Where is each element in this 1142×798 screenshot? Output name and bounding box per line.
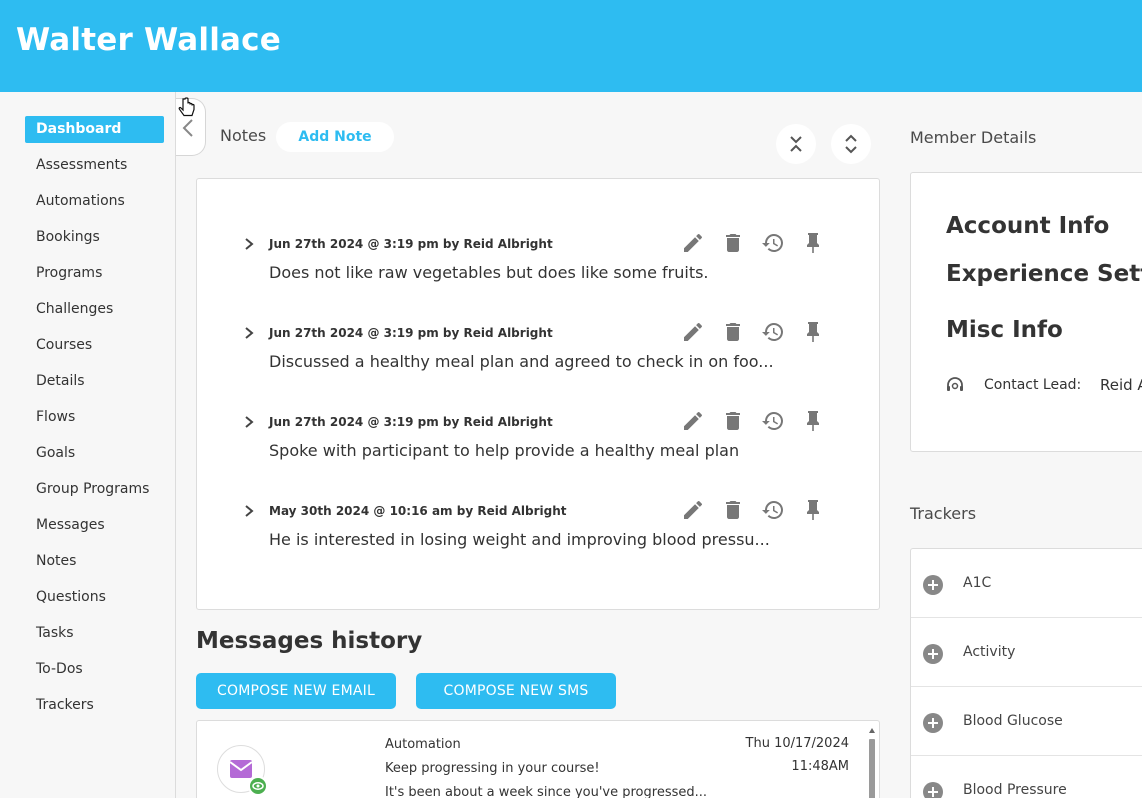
sidebar-item-trackers[interactable]: Trackers xyxy=(25,692,164,719)
chevron-left-icon xyxy=(182,119,193,137)
scrollbar[interactable] xyxy=(867,725,877,798)
message-avatar xyxy=(217,745,268,796)
member-details-card: Account Info Experience Setti Misc Info … xyxy=(910,172,1142,452)
pin-icon[interactable] xyxy=(801,498,825,522)
tracker-item[interactable]: Blood Glucose xyxy=(911,687,1142,756)
note-meta: Jun 27th 2024 @ 3:19 pm by Reid Albright xyxy=(269,415,553,429)
edit-icon[interactable] xyxy=(681,320,705,344)
hand-cursor-icon xyxy=(178,97,195,117)
pin-icon[interactable] xyxy=(801,320,825,344)
delete-icon[interactable] xyxy=(721,409,745,433)
edit-icon[interactable] xyxy=(681,498,705,522)
plus-circle-icon[interactable] xyxy=(923,575,943,595)
message-date: Thu 10/17/2024 xyxy=(745,736,849,751)
expand-all-button[interactable] xyxy=(831,124,871,164)
misc-info-heading[interactable]: Misc Info xyxy=(946,317,1063,343)
chevron-right-icon[interactable] xyxy=(243,237,255,251)
edit-icon[interactable] xyxy=(681,231,705,255)
note-text: He is interested in losing weight and im… xyxy=(269,530,770,549)
message-time: 11:48AM xyxy=(791,759,849,774)
envelope-icon xyxy=(229,760,253,778)
plus-circle-icon[interactable] xyxy=(923,782,943,798)
sidebar-item-tasks[interactable]: Tasks xyxy=(25,620,164,647)
sidebar-item-assessments[interactable]: Assessments xyxy=(25,152,164,179)
chevron-right-icon[interactable] xyxy=(243,504,255,518)
contact-lead-label: Contact Lead: xyxy=(984,377,1082,393)
compose-email-button[interactable]: COMPOSE NEW EMAIL xyxy=(196,673,396,709)
history-icon[interactable] xyxy=(761,498,785,522)
note-item: Jun 27th 2024 @ 3:19 pm by Reid Albright… xyxy=(197,322,881,406)
member-details-title: Member Details xyxy=(910,128,1037,147)
experience-settings-heading[interactable]: Experience Setti xyxy=(946,261,1142,287)
tracker-item[interactable]: Activity xyxy=(911,618,1142,687)
sidebar-item-challenges[interactable]: Challenges xyxy=(25,296,164,323)
delete-icon[interactable] xyxy=(721,498,745,522)
note-item: Jun 27th 2024 @ 3:19 pm by Reid Albright… xyxy=(197,411,881,495)
note-meta: Jun 27th 2024 @ 3:19 pm by Reid Albright xyxy=(269,237,553,251)
pin-icon[interactable] xyxy=(801,231,825,255)
chevron-right-icon[interactable] xyxy=(243,415,255,429)
note-item: Jun 27th 2024 @ 3:19 pm by Reid Albright… xyxy=(197,233,881,317)
sidebar-item-notes[interactable]: Notes xyxy=(25,548,164,575)
sidebar: Dashboard Assessments Automations Bookin… xyxy=(0,92,176,798)
message-list: Automation Keep progressing in your cour… xyxy=(196,720,880,798)
tracker-label: A1C xyxy=(963,575,992,591)
plus-circle-icon[interactable] xyxy=(923,644,943,664)
notes-list: Jun 27th 2024 @ 3:19 pm by Reid Albright… xyxy=(196,178,880,610)
history-icon[interactable] xyxy=(761,320,785,344)
sidebar-item-automations[interactable]: Automations xyxy=(25,188,164,215)
contact-lead-value: Reid A xyxy=(1100,376,1142,394)
chevron-right-icon[interactable] xyxy=(243,326,255,340)
member-name: Walter Wallace xyxy=(16,22,281,58)
sidebar-item-group-programs[interactable]: Group Programs xyxy=(25,476,164,503)
history-icon[interactable] xyxy=(761,231,785,255)
tracker-label: Activity xyxy=(963,644,1016,660)
message-preview: It's been about a week since you've prog… xyxy=(385,785,708,798)
history-icon[interactable] xyxy=(761,409,785,433)
message-subject: Keep progressing in your course! xyxy=(385,761,600,776)
collapse-all-icon xyxy=(790,136,802,152)
app-header: Walter Wallace xyxy=(0,0,1142,92)
sidebar-item-flows[interactable]: Flows xyxy=(25,404,164,431)
pin-icon[interactable] xyxy=(801,409,825,433)
note-meta: Jun 27th 2024 @ 3:19 pm by Reid Albright xyxy=(269,326,553,340)
note-text: Spoke with participant to help provide a… xyxy=(269,441,740,460)
plus-circle-icon[interactable] xyxy=(923,713,943,733)
sidebar-item-dashboard[interactable]: Dashboard xyxy=(25,116,164,143)
account-info-heading[interactable]: Account Info xyxy=(946,213,1109,239)
note-meta: May 30th 2024 @ 10:16 am by Reid Albrigh… xyxy=(269,504,567,518)
sidebar-item-bookings[interactable]: Bookings xyxy=(25,224,164,251)
headset-icon xyxy=(947,377,963,391)
sidebar-item-goals[interactable]: Goals xyxy=(25,440,164,467)
tracker-item[interactable]: Blood Pressure xyxy=(911,756,1142,798)
sidebar-item-messages[interactable]: Messages xyxy=(25,512,164,539)
note-text: Does not like raw vegetables but does li… xyxy=(269,263,709,282)
compose-sms-button[interactable]: COMPOSE NEW SMS xyxy=(416,673,616,709)
edit-icon[interactable] xyxy=(681,409,705,433)
add-note-button[interactable]: Add Note xyxy=(276,122,394,152)
messages-history-title: Messages history xyxy=(196,628,423,654)
eye-icon xyxy=(248,776,268,796)
message-source: Automation xyxy=(385,737,461,752)
trackers-title: Trackers xyxy=(910,504,977,523)
note-text: Discussed a healthy meal plan and agreed… xyxy=(269,352,774,371)
sidebar-item-programs[interactable]: Programs xyxy=(25,260,164,287)
tracker-label: Blood Pressure xyxy=(963,782,1067,798)
delete-icon[interactable] xyxy=(721,231,745,255)
sidebar-item-to-dos[interactable]: To-Dos xyxy=(25,656,164,683)
tracker-label: Blood Glucose xyxy=(963,713,1063,729)
trackers-list: A1C Activity Blood Glucose Blood Pressur… xyxy=(910,548,1142,798)
delete-icon[interactable] xyxy=(721,320,745,344)
tracker-item[interactable]: A1C xyxy=(911,549,1142,618)
notes-title: Notes xyxy=(220,126,267,145)
collapse-all-button[interactable] xyxy=(776,124,816,164)
sidebar-item-questions[interactable]: Questions xyxy=(25,584,164,611)
expand-all-icon xyxy=(845,134,857,154)
note-item: May 30th 2024 @ 10:16 am by Reid Albrigh… xyxy=(197,500,881,584)
sidebar-item-courses[interactable]: Courses xyxy=(25,332,164,359)
sidebar-item-details[interactable]: Details xyxy=(25,368,164,395)
